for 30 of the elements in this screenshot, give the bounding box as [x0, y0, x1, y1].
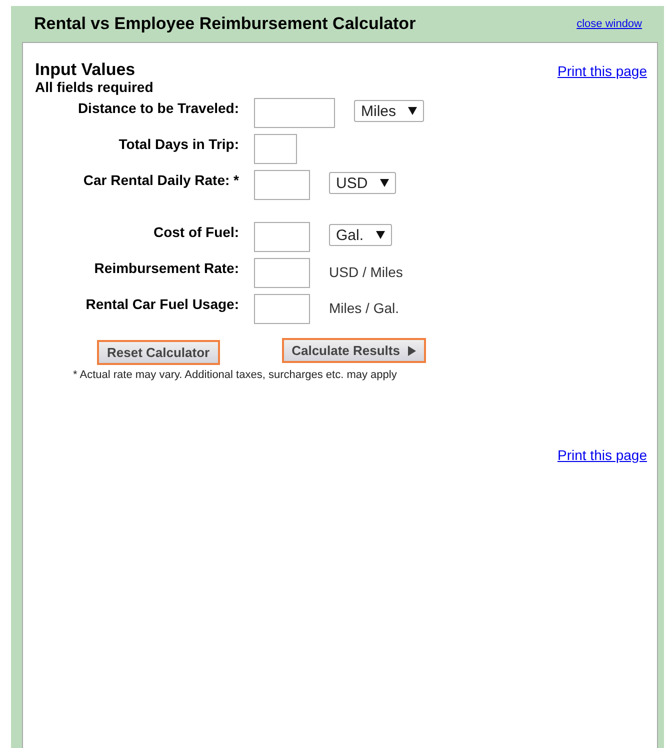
window-title: Rental vs Employee Reimbursement Calculator — [34, 14, 416, 34]
play-icon — [408, 346, 416, 356]
input-field[interactable] — [254, 170, 310, 200]
input-field[interactable] — [254, 222, 310, 252]
field-label: Distance to be Traveled: — [76, 100, 239, 116]
caret-icon — [376, 231, 385, 239]
input-field[interactable] — [254, 98, 335, 128]
unit-dropdown[interactable]: USD — [329, 172, 396, 194]
field-label: Reimbursement Rate: — [93, 260, 239, 276]
field-label: Total Days in Trip: — [118, 136, 239, 152]
section-heading: Input Values — [35, 61, 136, 79]
print-link[interactable]: Print this page — [558, 447, 647, 463]
unit-dropdown[interactable]: Gal. — [329, 224, 392, 246]
required-note: All fields required — [35, 79, 154, 96]
unit-label: Miles / Gal. — [329, 300, 400, 316]
input-field[interactable] — [254, 134, 297, 164]
print-link[interactable]: Print this page — [558, 63, 647, 79]
unit-dropdown[interactable]: Miles — [354, 100, 424, 122]
input-field[interactable] — [254, 258, 310, 288]
unit-label: USD / Miles — [329, 264, 403, 280]
close-window-link[interactable]: close window — [576, 18, 642, 30]
input-field[interactable] — [254, 294, 310, 324]
field-label: Car Rental Daily Rate: * — [82, 172, 239, 188]
reset-button[interactable]: Reset Calculator — [97, 340, 220, 365]
field-label: Cost of Fuel: — [152, 224, 239, 240]
caret-icon — [408, 107, 418, 115]
field-label: Rental Car Fuel Usage: — [84, 296, 239, 312]
caret-icon — [380, 179, 389, 187]
footnote: * Actual rate may vary. Additional taxes, surcharges etc. may apply — [73, 369, 398, 381]
calculate-button[interactable]: Calculate Results — [282, 338, 426, 363]
